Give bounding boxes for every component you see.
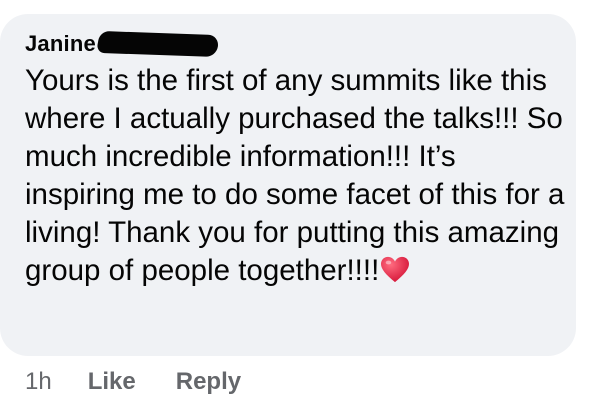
- comment-actions: 1h Like Reply: [25, 366, 281, 398]
- heart-icon: [380, 256, 410, 284]
- author-name[interactable]: Janine: [25, 31, 96, 57]
- reply-button[interactable]: Reply: [176, 368, 241, 396]
- redaction-mark: [96, 30, 220, 58]
- comment-text: Yours is the first of any summits like t…: [25, 62, 565, 290]
- like-button[interactable]: Like: [88, 368, 136, 396]
- comment-timestamp[interactable]: 1h: [25, 368, 52, 396]
- comment-body: Yours is the first of any summits like t…: [25, 64, 565, 287]
- comment-container: Janine Yours is the first of any summits…: [0, 0, 600, 408]
- comment-author-row: Janine: [25, 28, 220, 60]
